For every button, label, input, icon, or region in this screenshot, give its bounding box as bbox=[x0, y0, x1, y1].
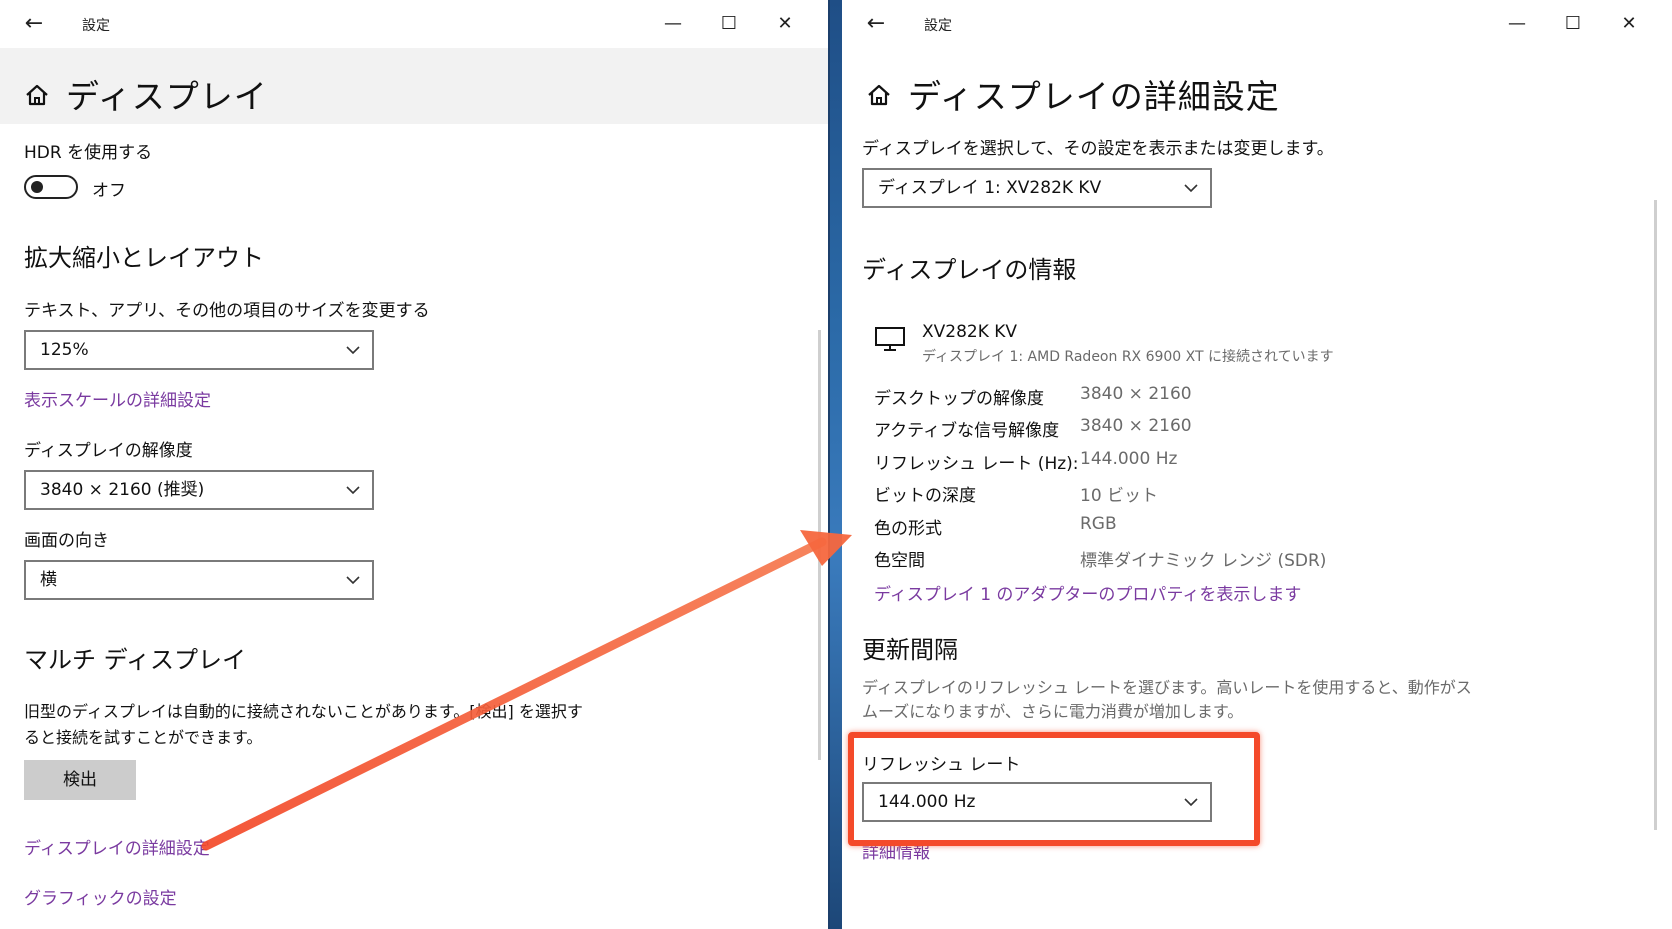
chevron-down-icon bbox=[1184, 798, 1198, 807]
monitor-name: XV282K KV bbox=[922, 322, 1018, 342]
chevron-down-icon bbox=[346, 346, 360, 355]
monitor-icon bbox=[875, 327, 905, 351]
info-value: 144.000 Hz bbox=[1080, 449, 1178, 469]
advanced-display-link[interactable]: ディスプレイの詳細設定 bbox=[24, 834, 210, 859]
info-label: 色の形式 bbox=[874, 519, 942, 539]
title-bar: ← 設定 — ☐ ✕ bbox=[0, 0, 828, 48]
info-value: 3840 × 2160 bbox=[1080, 416, 1192, 436]
refresh-rate-select[interactable]: 144.000 Hz bbox=[862, 782, 1212, 822]
info-label: ビットの深度 bbox=[874, 486, 976, 506]
multi-display-heading: マルチ ディスプレイ bbox=[24, 646, 246, 674]
scale-label: テキスト、アプリ、その他の項目のサイズを変更する bbox=[24, 301, 430, 321]
display-info-heading: ディスプレイの情報 bbox=[862, 256, 1077, 284]
orientation-select[interactable]: 横 bbox=[24, 560, 374, 600]
minimize-icon[interactable]: — bbox=[658, 10, 688, 38]
close-icon[interactable]: ✕ bbox=[1614, 10, 1644, 38]
settings-window-display: ← 設定 — ☐ ✕ ディスプレイ HDR を使用する オフ 拡大縮小とレイアウ… bbox=[0, 0, 830, 929]
maximize-icon[interactable]: ☐ bbox=[714, 10, 744, 38]
info-value: 3840 × 2160 bbox=[1080, 384, 1192, 404]
info-value: RGB bbox=[1080, 514, 1117, 534]
refresh-rate-label: リフレッシュ レート bbox=[862, 755, 1021, 775]
monitor-connection: ディスプレイ 1: AMD Radeon RX 6900 XT に接続されていま… bbox=[922, 349, 1334, 365]
settings-window-advanced-display: ← 設定 — ☐ ✕ ディスプレイの詳細設定 ディスプレイを選択して、その設定を… bbox=[842, 0, 1672, 929]
info-value: 10 ビット bbox=[1080, 486, 1159, 506]
info-label: デスクトップの解像度 bbox=[874, 389, 1044, 409]
orientation-select-value: 横 bbox=[40, 570, 57, 590]
detect-button[interactable]: 検出 bbox=[24, 760, 136, 800]
info-label: 色空間 bbox=[874, 551, 925, 571]
chevron-down-icon bbox=[1184, 184, 1198, 193]
graphics-settings-link[interactable]: グラフィックの設定 bbox=[24, 884, 177, 909]
scale-select[interactable]: 125% bbox=[24, 330, 374, 370]
window-title: 設定 bbox=[82, 18, 110, 34]
details-link[interactable]: 詳細情報 bbox=[862, 838, 930, 863]
info-label: アクティブな信号解像度 bbox=[874, 421, 1060, 441]
maximize-icon[interactable]: ☐ bbox=[1558, 10, 1588, 38]
info-value: 標準ダイナミック レンジ (SDR) bbox=[1080, 551, 1327, 571]
page-title: ディスプレイの詳細設定 bbox=[908, 77, 1280, 116]
close-icon[interactable]: ✕ bbox=[770, 10, 800, 38]
window-title: 設定 bbox=[924, 18, 952, 34]
page-title: ディスプレイ bbox=[66, 77, 268, 116]
home-icon[interactable] bbox=[24, 82, 50, 108]
title-bar: ← 設定 — ☐ ✕ bbox=[842, 0, 1672, 48]
display-select-prompt: ディスプレイを選択して、その設定を表示または変更します。 bbox=[862, 139, 1334, 159]
resolution-label: ディスプレイの解像度 bbox=[24, 441, 193, 461]
chevron-down-icon bbox=[346, 576, 360, 585]
toggle-knob bbox=[31, 181, 43, 193]
refresh-rate-select-value: 144.000 Hz bbox=[878, 792, 976, 812]
refresh-section-heading: 更新間隔 bbox=[862, 636, 958, 664]
orientation-label: 画面の向き bbox=[24, 531, 109, 551]
back-arrow-icon[interactable]: ← bbox=[864, 12, 888, 36]
home-icon[interactable] bbox=[866, 82, 892, 108]
hdr-toggle[interactable] bbox=[24, 175, 78, 199]
hdr-label: HDR を使用する bbox=[24, 143, 153, 163]
info-label: リフレッシュ レート (Hz): bbox=[874, 454, 1079, 474]
scale-section-heading: 拡大縮小とレイアウト bbox=[24, 244, 264, 272]
multi-display-desc-line1: 旧型のディスプレイは自動的に接続されないことがあります。[検出] を選択す bbox=[24, 702, 583, 721]
hdr-state-label: オフ bbox=[92, 181, 126, 201]
display-select[interactable]: ディスプレイ 1: XV282K KV bbox=[862, 168, 1212, 208]
resolution-select[interactable]: 3840 × 2160 (推奨) bbox=[24, 470, 374, 510]
adapter-properties-link[interactable]: ディスプレイ 1 のアダプターのプロパティを表示します bbox=[874, 580, 1301, 605]
scrollbar[interactable] bbox=[1654, 200, 1657, 830]
refresh-desc-line2: ムーズになりますが、さらに電力消費が増加します。 bbox=[862, 702, 1244, 721]
back-arrow-icon[interactable]: ← bbox=[22, 12, 46, 36]
scrollbar[interactable] bbox=[818, 330, 821, 760]
scale-advanced-link[interactable]: 表示スケールの詳細設定 bbox=[24, 386, 211, 411]
scale-select-value: 125% bbox=[40, 340, 89, 360]
minimize-icon[interactable]: — bbox=[1502, 10, 1532, 38]
multi-display-desc-line2: ると接続を試すことができます。 bbox=[24, 728, 263, 747]
refresh-desc-line1: ディスプレイのリフレッシュ レートを選びます。高いレートを使用すると、動作がス bbox=[862, 678, 1472, 697]
chevron-down-icon bbox=[346, 486, 360, 495]
display-select-value: ディスプレイ 1: XV282K KV bbox=[878, 178, 1102, 198]
resolution-select-value: 3840 × 2160 (推奨) bbox=[40, 480, 205, 500]
